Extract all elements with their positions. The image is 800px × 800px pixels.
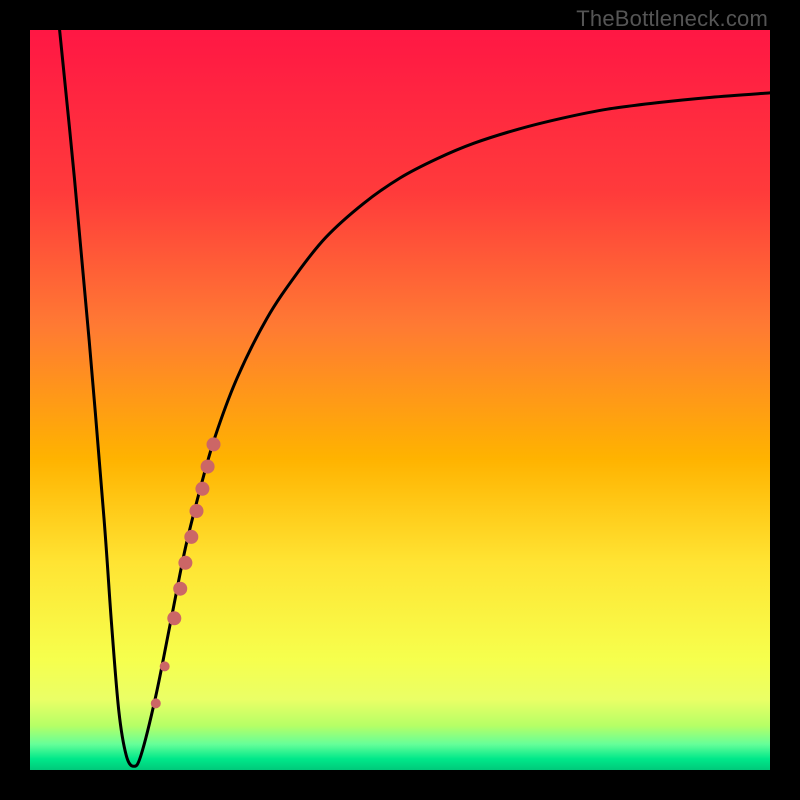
- scatter-point: [167, 611, 181, 625]
- scatter-point: [201, 460, 215, 474]
- highlight-scatter: [151, 437, 221, 708]
- scatter-point: [207, 437, 221, 451]
- bottleneck-curve: [60, 30, 770, 766]
- scatter-point: [190, 504, 204, 518]
- scatter-point: [173, 582, 187, 596]
- scatter-point: [184, 530, 198, 544]
- scatter-point: [178, 556, 192, 570]
- scatter-point: [160, 661, 170, 671]
- scatter-point: [195, 482, 209, 496]
- chart-svg: [30, 30, 770, 770]
- watermark-text: TheBottleneck.com: [576, 6, 768, 32]
- scatter-point: [151, 698, 161, 708]
- plot-area: [30, 30, 770, 770]
- chart-frame: TheBottleneck.com: [0, 0, 800, 800]
